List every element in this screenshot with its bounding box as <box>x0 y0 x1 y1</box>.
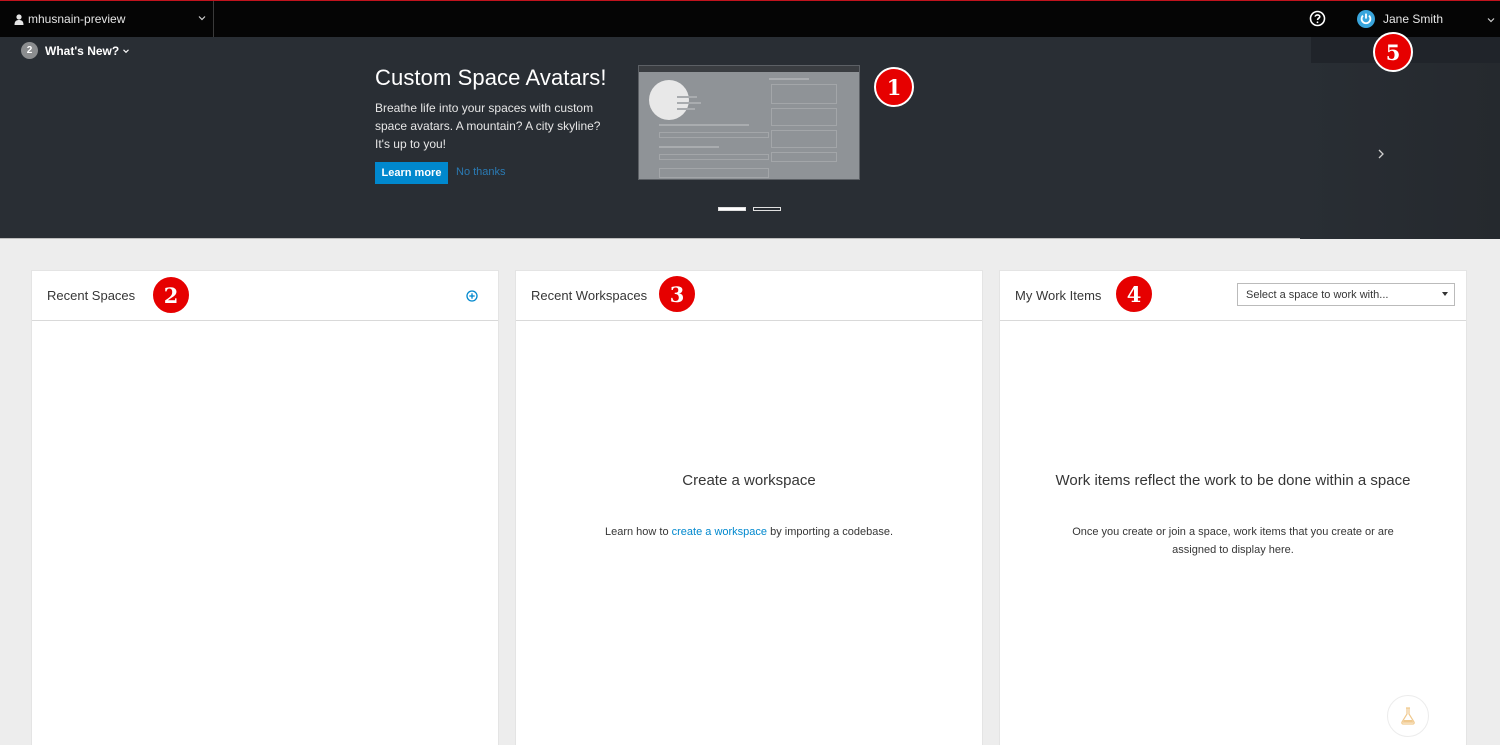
context-selector[interactable]: mhusnain-preview <box>0 1 214 37</box>
callout-marker: 4 <box>1114 274 1154 314</box>
empty-state-title: Work items reflect the work to be done w… <box>1055 472 1411 489</box>
help-circle-icon[interactable] <box>1309 10 1326 27</box>
callout-marker: 1 <box>874 67 914 107</box>
card-title: Recent Spaces <box>47 288 136 303</box>
card-title: My Work Items <box>1015 288 1102 303</box>
card-header: My Work Items Select a space to work wit… <box>1000 271 1466 321</box>
whats-new-banner: 2 What's New? Custom Space Avatars! Brea… <box>0 37 1500 239</box>
carousel-dot-1[interactable] <box>718 207 746 211</box>
context-name: mhusnain-preview <box>28 12 126 26</box>
empty-state-text: Once you create or join a space, work it… <box>1072 526 1394 556</box>
chevron-down-icon <box>198 16 206 21</box>
chevron-right-icon[interactable] <box>1376 147 1386 161</box>
empty-state-title: Create a workspace <box>682 472 816 489</box>
recent-workspaces-card: Recent Workspaces Create a workspace Lea… <box>515 270 983 745</box>
carousel-indicators <box>718 207 781 211</box>
empty-text-suffix: by importing a codebase. <box>767 526 893 538</box>
user-icon <box>14 13 24 25</box>
create-workspace-link[interactable]: create a workspace <box>672 526 767 538</box>
chevron-down-icon <box>123 48 130 53</box>
card-header: Recent Workspaces <box>516 271 982 321</box>
chevron-down-icon <box>1487 18 1495 23</box>
callout-marker: 3 <box>657 274 697 314</box>
my-work-items-card: My Work Items Select a space to work wit… <box>999 270 1467 745</box>
news-description: Breathe life into your spaces with custo… <box>375 101 601 151</box>
user-name: Jane Smith <box>1383 12 1444 26</box>
empty-text-prefix: Learn how to <box>604 526 672 538</box>
user-menu[interactable]: Jane Smith <box>1357 1 1500 37</box>
feature-toggle-button[interactable] <box>1387 695 1429 737</box>
carousel-dot-2[interactable] <box>753 207 781 211</box>
masthead: mhusnain-preview Jane Smith <box>0 0 1500 37</box>
callout-marker: 5 <box>1373 32 1413 72</box>
whats-new-toggle[interactable]: 2 What's New? <box>21 42 130 59</box>
no-thanks-link[interactable]: No thanks <box>456 166 506 178</box>
learn-more-button[interactable]: Learn more <box>375 162 448 184</box>
empty-state-text: Learn how to create a workspace by impor… <box>569 523 929 541</box>
news-title: Custom Space Avatars! <box>375 65 607 90</box>
space-select[interactable]: Select a space to work with... <box>1237 283 1455 306</box>
callout-marker: 2 <box>151 275 191 315</box>
recent-spaces-card: Recent Spaces <box>31 270 499 745</box>
card-title: Recent Workspaces <box>531 288 648 303</box>
card-header: Recent Spaces <box>32 271 498 321</box>
feature-preview-image <box>638 65 860 180</box>
plus-circle-icon[interactable] <box>466 290 478 302</box>
power-avatar-icon <box>1357 10 1375 28</box>
whats-new-label: What's New? <box>45 43 120 58</box>
caret-down-icon <box>1442 292 1448 296</box>
space-select-value: Select a space to work with... <box>1246 288 1389 301</box>
whats-new-count-badge: 2 <box>21 42 38 59</box>
flask-icon <box>1401 707 1415 725</box>
